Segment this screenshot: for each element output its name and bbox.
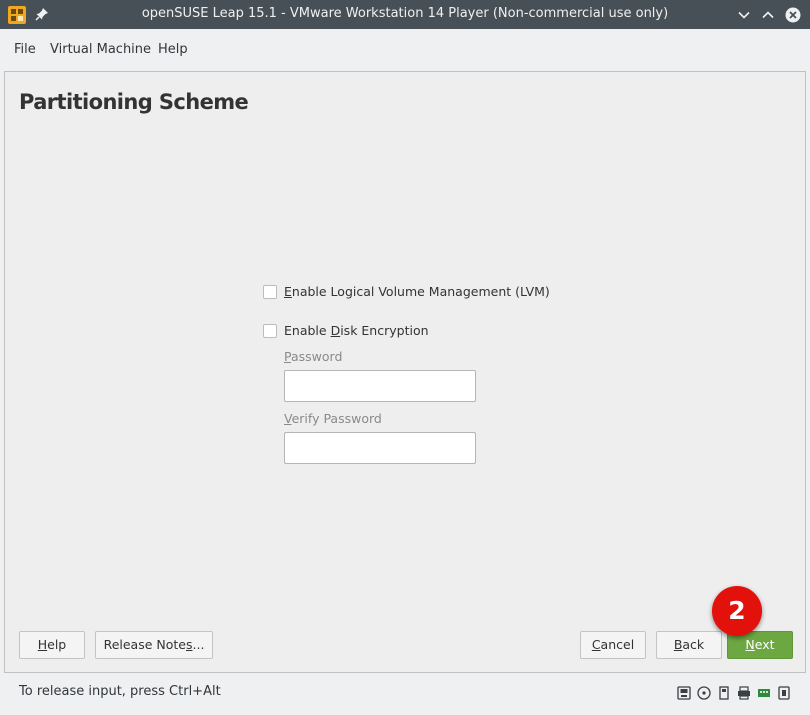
network-icon[interactable] (756, 685, 772, 701)
vm-guest-screen[interactable]: Partitioning Scheme Enable Logical Volum… (4, 71, 806, 673)
encryption-label-mnemonic: D (330, 323, 341, 338)
verify-password-label: Verify Password (284, 411, 382, 427)
encryption-checkbox[interactable] (263, 324, 277, 338)
statusbar: To release input, press Ctrl+Alt (0, 673, 810, 715)
password-label: Password (284, 349, 342, 365)
next-button-text: ext (754, 637, 775, 652)
password-field[interactable] (284, 370, 476, 402)
cancel-button[interactable]: Cancel (580, 631, 646, 659)
verify-password-field[interactable] (284, 432, 476, 464)
step-number-badge: 2 (712, 586, 762, 636)
cd-drive-icon[interactable] (696, 685, 712, 701)
window-titlebar[interactable]: openSUSE Leap 15.1 - VMware Workstation … (0, 0, 810, 29)
lvm-label-text: nable Logical Volume Management (LVM) (291, 284, 550, 299)
encryption-label[interactable]: Enable Disk Encryption (284, 322, 429, 339)
close-icon[interactable] (785, 7, 801, 23)
menu-file[interactable]: File (14, 42, 36, 58)
sound-icon[interactable] (776, 685, 792, 701)
cancel-button-mnemonic: C (591, 637, 601, 652)
next-button-mnemonic: N (745, 637, 755, 652)
encryption-label-text: isk Encryption (340, 323, 429, 338)
usb-icon[interactable] (716, 685, 732, 701)
lvm-label-mnemonic: E (284, 284, 292, 299)
menubar: File Virtual Machine Help (0, 29, 810, 71)
back-button-text: ack (682, 637, 705, 652)
page-title: Partitioning Scheme (19, 90, 249, 114)
window-title: openSUSE Leap 15.1 - VMware Workstation … (141, 6, 669, 21)
minimize-icon[interactable] (736, 7, 752, 23)
lvm-checkbox[interactable] (263, 285, 277, 299)
menu-virtual-machine[interactable]: Virtual Machine (50, 42, 151, 58)
release-input-hint: To release input, press Ctrl+Alt (19, 684, 221, 699)
verify-password-label-text: erify Password (291, 411, 382, 426)
menu-help[interactable]: Help (158, 42, 188, 58)
encryption-label-prefix: Enable (284, 323, 331, 338)
release-notes-button-text: ... (192, 637, 205, 652)
lvm-label[interactable]: Enable Logical Volume Management (LVM) (284, 283, 550, 300)
release-notes-button[interactable]: Release Notes... (95, 631, 213, 659)
password-label-text: assword (290, 349, 343, 364)
help-button-text: elp (47, 637, 67, 652)
maximize-icon[interactable] (760, 7, 776, 23)
password-label-mnemonic: P (284, 349, 291, 364)
help-button-mnemonic: H (37, 637, 48, 652)
hard-disk-icon[interactable] (676, 685, 692, 701)
verify-password-label-mnemonic: V (284, 411, 292, 426)
release-notes-button-prefix: Release Note (103, 637, 186, 652)
back-button[interactable]: Back (656, 631, 722, 659)
cancel-button-text: ancel (600, 637, 635, 652)
printer-icon[interactable] (736, 685, 752, 701)
help-button[interactable]: Help (19, 631, 85, 659)
